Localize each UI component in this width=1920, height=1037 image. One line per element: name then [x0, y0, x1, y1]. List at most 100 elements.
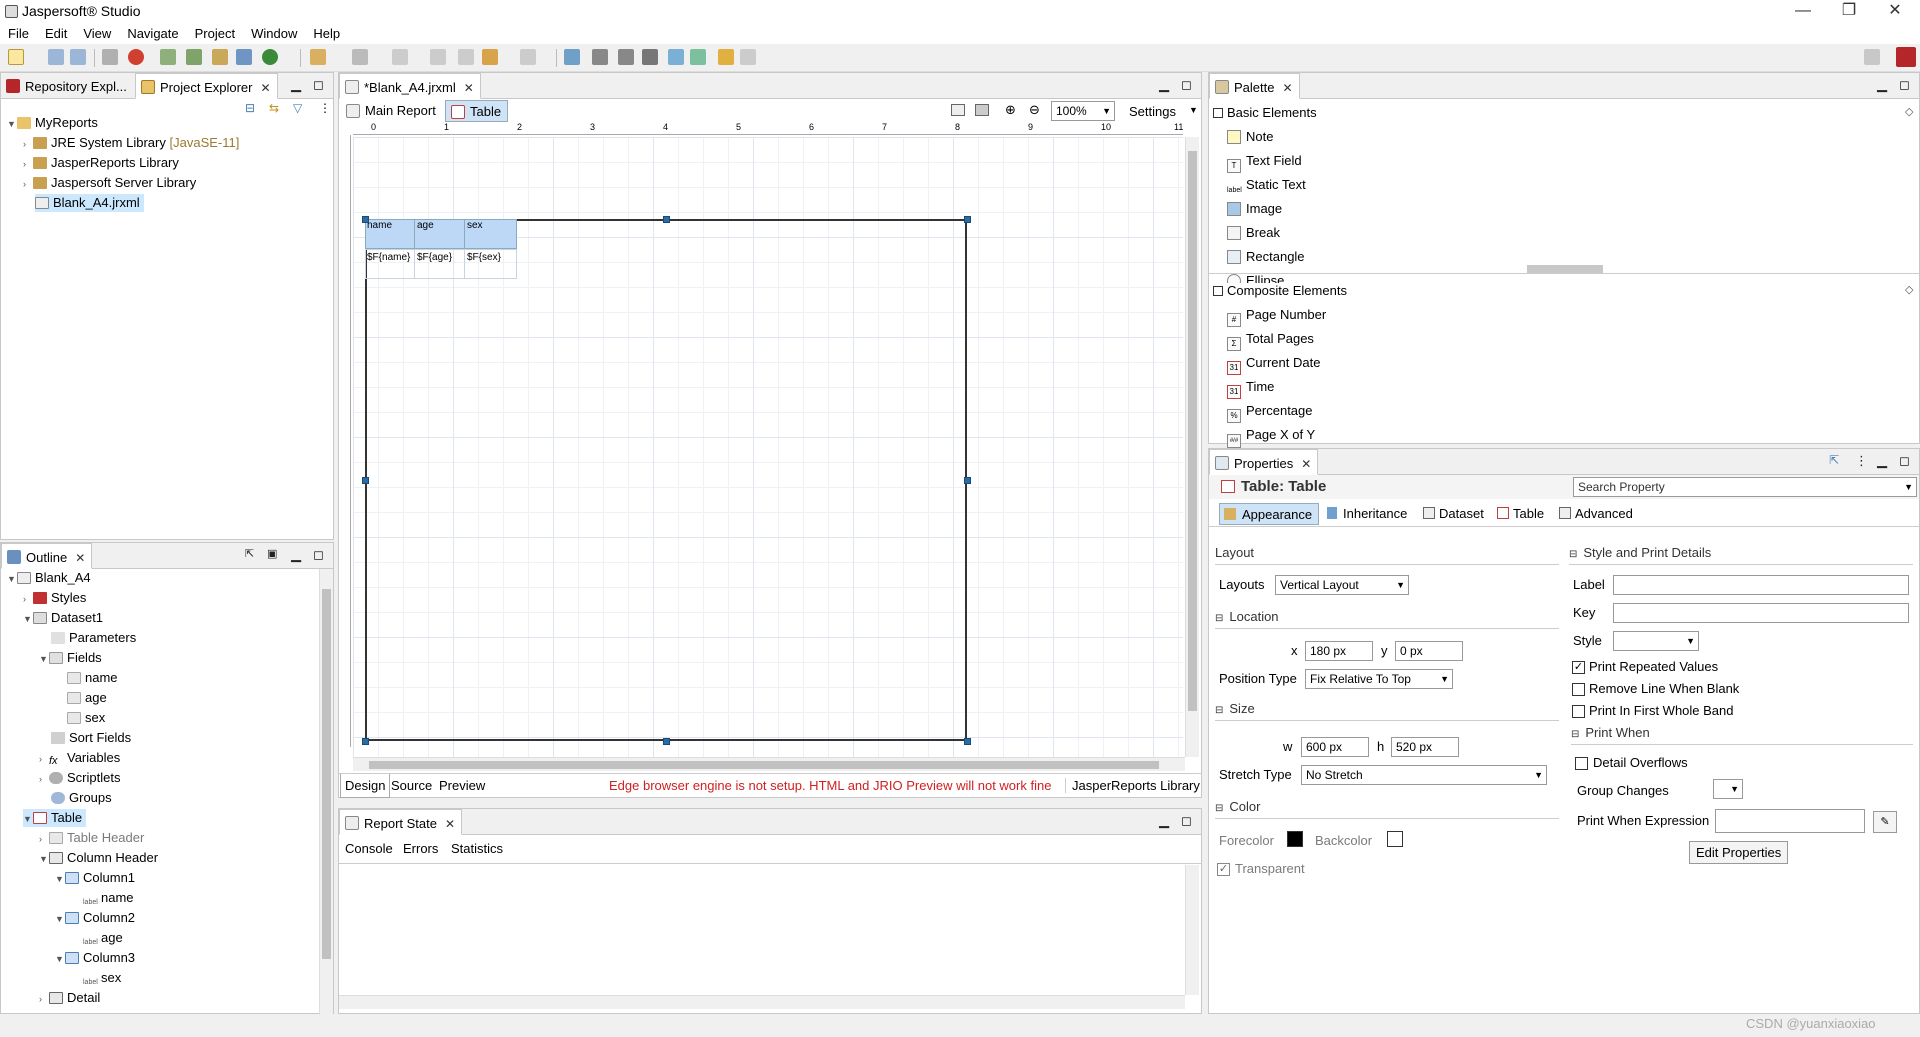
outline-item-table[interactable]: ▼ Table — [23, 809, 87, 827]
align-icon[interactable] — [618, 49, 634, 65]
minimize-view-icon[interactable]: ▁ — [1877, 453, 1887, 469]
maximize-view-icon[interactable]: ◻ — [313, 547, 324, 563]
console-output[interactable] — [339, 863, 1201, 1013]
tab-preview[interactable]: Preview — [439, 778, 485, 793]
outline-item[interactable]: name — [67, 669, 118, 687]
tree-item-jre[interactable]: › JRE System Library [JavaSE-11] — [23, 134, 239, 152]
resize-handle[interactable] — [964, 738, 971, 745]
outline-item[interactable]: Groups — [51, 789, 112, 807]
print-repeated-checkbox[interactable]: ✓ — [1572, 661, 1585, 674]
menu-window[interactable]: Window — [243, 24, 305, 44]
palette-section-basic[interactable]: Basic Elements — [1213, 103, 1317, 123]
resize-handle[interactable] — [663, 216, 670, 223]
outline-item[interactable]: age — [67, 689, 107, 707]
run-icon[interactable] — [186, 49, 202, 65]
wand-icon[interactable] — [310, 49, 326, 65]
menu-navigate[interactable]: Navigate — [119, 24, 186, 44]
tab-table-props[interactable]: Table — [1495, 506, 1544, 521]
outline-item[interactable]: ▼ Blank_A4 — [7, 569, 91, 587]
zoom-out-icon[interactable]: ⊖ — [1029, 102, 1040, 118]
palette-item-page-x-of-y[interactable]: #/# Page X of Y — [1227, 425, 1315, 448]
maximize-view-icon[interactable]: ◻ — [1181, 77, 1192, 93]
debug-icon[interactable] — [128, 49, 144, 65]
menu-view[interactable]: View — [75, 24, 119, 44]
outline-item[interactable]: ▼ Dataset1 — [23, 609, 103, 627]
outline-item[interactable]: › Table Header — [39, 829, 144, 847]
palette-item-break[interactable]: Break — [1227, 223, 1280, 243]
minimize-view-icon[interactable]: ▁ — [291, 547, 301, 563]
remove-line-checkbox[interactable] — [1572, 683, 1585, 696]
palette-item-current-date[interactable]: 31 Current Date — [1227, 353, 1320, 375]
minimize-view-icon[interactable]: ▁ — [1159, 77, 1169, 93]
design-canvas[interactable]: name age sex $F{name} $F{age} $F{sex} — [353, 137, 1183, 757]
view-menu-icon[interactable]: ⋮ — [319, 101, 331, 115]
tree-item-jaspersoft-server-library[interactable]: › Jaspersoft Server Library — [23, 174, 196, 192]
palette-item-total-pages[interactable]: Σ Total Pages — [1227, 329, 1314, 351]
print-when-expression-input[interactable] — [1715, 809, 1865, 833]
tab-design[interactable]: Design — [340, 774, 391, 798]
y-input[interactable]: 0 px — [1395, 641, 1463, 661]
resize-handle[interactable] — [362, 477, 369, 484]
size-icon[interactable] — [668, 49, 684, 65]
zoom-select[interactable]: 100% ▼ — [1051, 101, 1115, 121]
tab-blank-a4[interactable]: *Blank_A4.jrxml ✕ — [339, 73, 481, 99]
outline-item[interactable]: ▼ Fields — [39, 649, 102, 667]
tree-item-blank-a4[interactable]: Blank_A4.jrxml — [35, 194, 144, 212]
outline-item[interactable]: › Scriptlets — [39, 769, 120, 787]
palette-item-note[interactable]: Note — [1227, 127, 1273, 147]
transparent-checkbox[interactable]: ✓ — [1217, 863, 1230, 876]
outline-item[interactable]: ▼ Column Header — [39, 849, 158, 867]
pin-icon[interactable] — [392, 49, 408, 65]
outline-toggle-icon[interactable]: ⇱ — [245, 547, 254, 560]
tab-dataset[interactable]: Dataset — [1421, 506, 1484, 521]
outline-item[interactable]: › fx Variables — [39, 749, 120, 767]
header-cell-age[interactable]: age — [415, 219, 465, 249]
back-icon[interactable] — [482, 49, 498, 65]
style-select[interactable]: ▼ — [1613, 631, 1699, 651]
edit-properties-button[interactable]: Edit Properties — [1689, 841, 1789, 864]
outline-item[interactable]: ▼ Column2 — [55, 909, 135, 927]
publish-icon[interactable] — [236, 49, 252, 65]
menu-edit[interactable]: Edit — [37, 24, 75, 44]
outline-item[interactable]: › Detail — [39, 989, 100, 1007]
palette-item-image[interactable]: Image — [1227, 199, 1282, 219]
canvas-vertical-scrollbar[interactable] — [1185, 137, 1199, 757]
menu-file[interactable]: File — [0, 24, 37, 44]
zoom-in-icon[interactable]: ⊕ — [1005, 102, 1016, 118]
palette-item-static-text[interactable]: label Static Text — [1227, 175, 1306, 195]
open-editor-icon[interactable] — [564, 49, 580, 65]
launch-icon[interactable] — [262, 49, 278, 65]
maximize-view-icon[interactable]: ◻ — [1181, 813, 1192, 829]
filter-icon[interactable]: ▽ — [293, 101, 302, 115]
detail-overflows-checkbox[interactable] — [1575, 757, 1588, 770]
backcolor-swatch[interactable] — [1387, 831, 1403, 847]
maximize-view-icon[interactable]: ◻ — [1899, 453, 1910, 469]
tab-palette[interactable]: Palette ✕ — [1209, 73, 1300, 99]
label-input[interactable] — [1613, 575, 1909, 595]
tab-statistics[interactable]: Statistics — [451, 841, 503, 856]
minimize-view-icon[interactable]: ▁ — [1159, 813, 1169, 829]
tab-main-report[interactable]: Main Report — [341, 100, 442, 122]
page-layout-icon[interactable] — [951, 104, 965, 116]
detail-cell-name[interactable]: $F{name} — [365, 249, 415, 279]
layouts-select[interactable]: Vertical Layout ▼ — [1275, 575, 1409, 595]
palette-section-composite[interactable]: Composite Elements — [1213, 281, 1347, 301]
pin-view-icon[interactable]: ⇱ — [1829, 453, 1839, 467]
tab-project-explorer[interactable]: Project Explorer ✕ — [135, 73, 278, 99]
palette-resize-handle[interactable] — [1527, 265, 1603, 273]
forward-icon[interactable] — [520, 49, 536, 65]
header-cell-name[interactable]: name — [365, 219, 415, 249]
minimize-view-icon[interactable]: ▁ — [291, 77, 301, 93]
search-property-input[interactable]: Search Property ▼ — [1573, 477, 1917, 497]
tree-item-jasperreports-library[interactable]: › JasperReports Library — [23, 154, 179, 172]
redo-icon[interactable] — [740, 49, 756, 65]
canvas-horizontal-scrollbar[interactable] — [353, 757, 1185, 771]
console-horizontal-scrollbar[interactable] — [339, 995, 1185, 1009]
detail-cell-age[interactable]: $F{age} — [415, 249, 465, 279]
settings-dropdown-icon[interactable]: ▼ — [1189, 105, 1198, 115]
menu-help[interactable]: Help — [305, 24, 348, 44]
tab-table[interactable]: Table — [445, 100, 509, 122]
table-element[interactable] — [365, 219, 967, 741]
menu-project[interactable]: Project — [187, 24, 243, 44]
save-all-icon[interactable] — [70, 49, 86, 65]
